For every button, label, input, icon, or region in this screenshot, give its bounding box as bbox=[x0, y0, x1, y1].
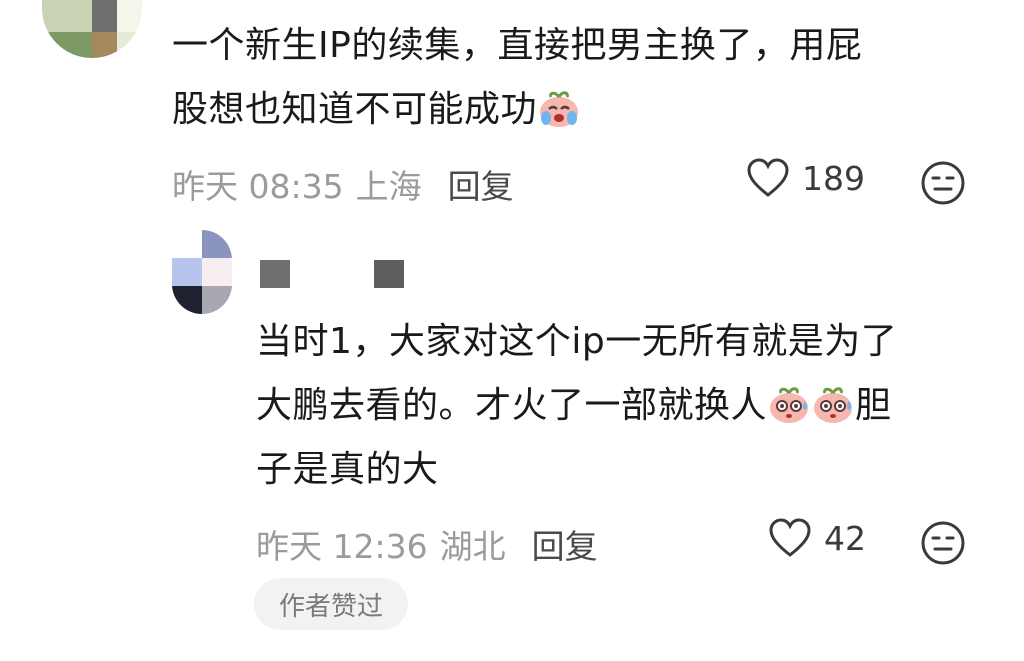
comment-text-line: 当时1，大家对这个ip一无所有就是为了 bbox=[256, 321, 898, 362]
avatar-tile bbox=[92, 32, 117, 58]
comment-text-line: 大鹏去看的。才火了一部就换人 胆 bbox=[256, 374, 892, 438]
like-count: 189 bbox=[802, 158, 865, 198]
avatar-tile bbox=[92, 0, 117, 32]
username-redacted[interactable] bbox=[260, 260, 290, 288]
like-button[interactable]: 189 bbox=[746, 158, 865, 198]
comment-location: 上海 bbox=[355, 167, 422, 206]
author-liked-badge: 作者赞过 bbox=[254, 578, 408, 630]
heart-outline-icon bbox=[769, 518, 811, 557]
avatar-tile bbox=[202, 258, 232, 286]
comment-text-span: 股想也知道不可能成功 bbox=[172, 89, 538, 130]
sweating-peach-emoji-icon bbox=[770, 387, 809, 423]
commenter-avatar-2[interactable] bbox=[172, 230, 232, 314]
reply-button[interactable]: 回复 bbox=[448, 160, 514, 208]
avatar-tile bbox=[172, 258, 202, 286]
dislike-button[interactable] bbox=[920, 160, 966, 210]
comment-text-line: 一个新生IP的续集，直接把男主换了，用屁 bbox=[172, 25, 863, 66]
comment-text-line: 子是真的大 bbox=[256, 449, 439, 490]
comment-location: 湖北 bbox=[439, 527, 506, 566]
sweating-peach-emoji-icon bbox=[814, 387, 853, 423]
comment-meta: 昨天 12:36 湖北 回复 bbox=[256, 520, 598, 568]
commenter-avatar-1[interactable] bbox=[42, 0, 142, 58]
avatar-tile bbox=[42, 0, 92, 32]
comment-text-span: 胆 bbox=[855, 385, 892, 426]
comment-time: 昨天 12:36 bbox=[256, 527, 428, 566]
like-count: 42 bbox=[824, 518, 866, 558]
comment-text-span: 大鹏去看的。才火了一部就换人 bbox=[256, 385, 768, 426]
like-button[interactable]: 42 bbox=[768, 518, 866, 558]
avatar-tile bbox=[117, 0, 142, 32]
neutral-face-icon bbox=[921, 521, 965, 565]
avatar-tile bbox=[202, 230, 232, 258]
reply-button[interactable]: 回复 bbox=[532, 520, 598, 568]
avatar-tile bbox=[172, 230, 202, 258]
heart-outline-icon bbox=[747, 158, 789, 197]
avatar-tile bbox=[42, 32, 92, 58]
avatar-tile bbox=[172, 286, 202, 314]
neutral-face-icon bbox=[921, 161, 965, 205]
comment-text-line: 股想也知道不可能成功 bbox=[172, 78, 581, 142]
username-redacted bbox=[374, 260, 404, 288]
crying-peach-emoji-icon bbox=[540, 91, 579, 127]
avatar-tile bbox=[202, 286, 232, 314]
comment-meta: 昨天 08:35 上海 回复 bbox=[172, 160, 514, 208]
comment-time: 昨天 08:35 bbox=[172, 167, 344, 206]
avatar-tile bbox=[117, 32, 142, 58]
dislike-button[interactable] bbox=[920, 520, 966, 570]
